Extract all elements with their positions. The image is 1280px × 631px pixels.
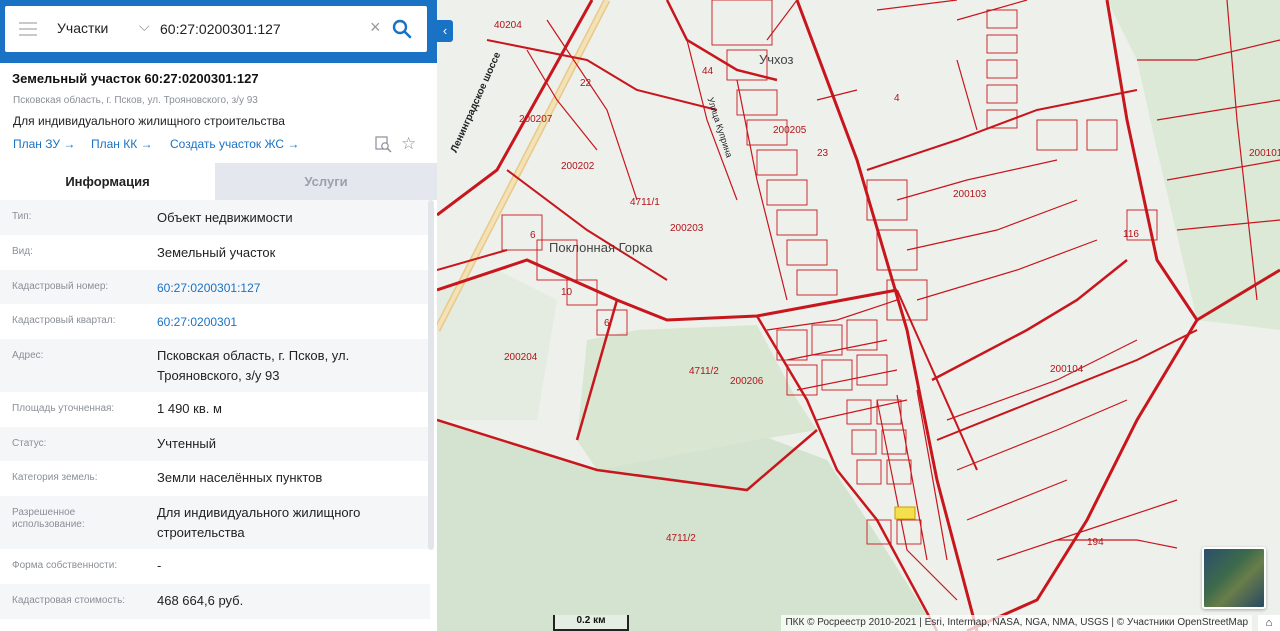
map-label-194: 194 [1087, 537, 1104, 548]
collapse-panel-button[interactable]: ‹ [437, 20, 453, 42]
attr-value: - [157, 558, 162, 573]
attr-row-status: Статус: Учтенный [0, 427, 430, 461]
map-label-200202: 200202 [561, 161, 595, 172]
layer-select[interactable]: Участки [57, 20, 108, 36]
object-purpose: Для индивидуального жилищного строительс… [13, 114, 285, 128]
locate-on-map-icon[interactable] [375, 136, 392, 153]
map-canvas[interactable] [437, 0, 1280, 631]
map-label-6-a: 6 [530, 230, 536, 241]
attr-row-ownership: Форма собственности: - [0, 549, 430, 584]
star-icon[interactable]: ☆ [401, 134, 416, 154]
tab-information[interactable]: Информация [0, 163, 215, 200]
scale-bar: 0.2 км [553, 615, 629, 631]
map-attribution: ПКК © Росреестр 2010-2021 | Esri, Interm… [781, 615, 1252, 631]
menu-icon[interactable] [19, 22, 37, 36]
plan-kk-link[interactable]: План КК → [91, 137, 153, 151]
object-title: Земельный участок 60:27:0200301:127 [12, 71, 259, 86]
attr-label: Разрешенное использование: [12, 507, 85, 530]
map-label-40204: 40204 [494, 20, 522, 31]
attr-label: Площадь уточненная: [12, 403, 115, 414]
attr-label: Форма собственности: [12, 560, 118, 571]
close-icon[interactable]: × [370, 17, 381, 38]
attr-value: 1 490 кв. м [157, 401, 222, 416]
object-address: Псковская область, г. Псков, ул. Троянов… [13, 95, 258, 106]
map-label-200101: 200101 [1249, 148, 1280, 159]
attr-label: Тип: [12, 211, 32, 222]
map-label-4711-1: 4711/1 [630, 197, 660, 208]
home-icon[interactable]: ⌂ [1258, 615, 1280, 631]
map-label-200103: 200103 [953, 189, 987, 200]
place-uchkhoz: Учхоз [759, 52, 794, 67]
search-box: Участки ⌵ × [5, 6, 427, 52]
attributes-list: Тип: Объект недвижимости Вид: Земельный … [0, 200, 430, 619]
map-label-22: 22 [580, 78, 592, 89]
attr-value: Объект недвижимости [157, 210, 293, 225]
attr-label: Статус: [12, 438, 47, 449]
tab-services[interactable]: Услуги [215, 163, 437, 200]
map-label-200204: 200204 [504, 352, 538, 363]
attr-row-kind: Вид: Земельный участок [0, 235, 430, 270]
map-view[interactable]: 40204 200207 200202 4711/1 200203 200204… [437, 0, 1280, 631]
attr-row-area: Площадь уточненная: 1 490 кв. м [0, 392, 430, 427]
search-input[interactable] [160, 17, 365, 41]
scrollbar[interactable] [428, 200, 434, 550]
attr-row-cadastral-value: Кадастровая стоимость: 468 664,6 руб. [0, 584, 430, 619]
place-poklonnaya-gorka: Поклонная Горка [549, 240, 653, 255]
attr-label: Категория земель: [12, 472, 98, 483]
attr-row-permitted-use: Разрешенное использование: Для индивидуа… [0, 496, 430, 549]
basemap-switcher[interactable] [1202, 547, 1266, 609]
attr-label: Вид: [12, 246, 33, 257]
info-panel: Участки ⌵ × Земельный участок 60:27:0200… [0, 0, 437, 631]
attr-value: Для индивидуального жилищного строительс… [157, 505, 361, 540]
attr-row-category: Категория земель: Земли населённых пункт… [0, 461, 430, 496]
attr-row-cadastral-quarter: Кадастровый квартал: 60:27:0200301 [0, 304, 430, 339]
map-label-10: 10 [561, 287, 573, 298]
map-label-116: 116 [1123, 229, 1139, 240]
cadastral-number-link[interactable]: 60:27:0200301:127 [157, 278, 419, 298]
chevron-down-icon[interactable]: ⌵ [139, 18, 150, 35]
plan-zu-link[interactable]: План ЗУ → [13, 137, 75, 151]
attr-value: Земельный участок [157, 245, 276, 260]
attr-row-type: Тип: Объект недвижимости [0, 200, 430, 235]
cadastral-quarter-link[interactable]: 60:27:0200301 [157, 312, 419, 332]
attr-label: Кадастровая стоимость: [12, 595, 126, 606]
map-label-200206: 200206 [730, 376, 764, 387]
map-label-4711-2-b: 4711/2 [666, 533, 696, 544]
map-label-6-b: 6 [604, 318, 610, 329]
map-label-44: 44 [702, 66, 714, 77]
attr-value: 468 664,6 руб. [157, 593, 244, 608]
map-label-4711-2-a: 4711/2 [689, 366, 719, 377]
attr-row-cadastral-number: Кадастровый номер: 60:27:0200301:127 [0, 270, 430, 304]
attr-row-address: Адрес: Псковская область, г. Псков, ул. … [0, 339, 430, 392]
search-icon[interactable] [392, 19, 412, 39]
attr-label: Адрес: [12, 350, 44, 361]
attr-label: Кадастровый квартал: [12, 315, 116, 326]
map-label-4: 4 [894, 93, 900, 104]
attr-value: Учтенный [157, 436, 217, 451]
selected-parcel [894, 506, 916, 520]
map-label-200104: 200104 [1050, 364, 1084, 375]
map-label-23: 23 [817, 148, 829, 159]
attr-value: Земли населённых пунктов [157, 470, 323, 485]
attr-value: Псковская область, г. Псков, ул. Троянов… [157, 348, 350, 383]
search-bar: Участки ⌵ × [0, 0, 437, 63]
map-label-200207: 200207 [519, 114, 553, 125]
map-label-200205: 200205 [773, 125, 807, 136]
create-zs-link[interactable]: Создать участок ЖС → [170, 137, 299, 151]
attr-label: Кадастровый номер: [12, 281, 109, 292]
map-label-200203: 200203 [670, 223, 704, 234]
tab-bar: Информация Услуги [0, 163, 437, 200]
